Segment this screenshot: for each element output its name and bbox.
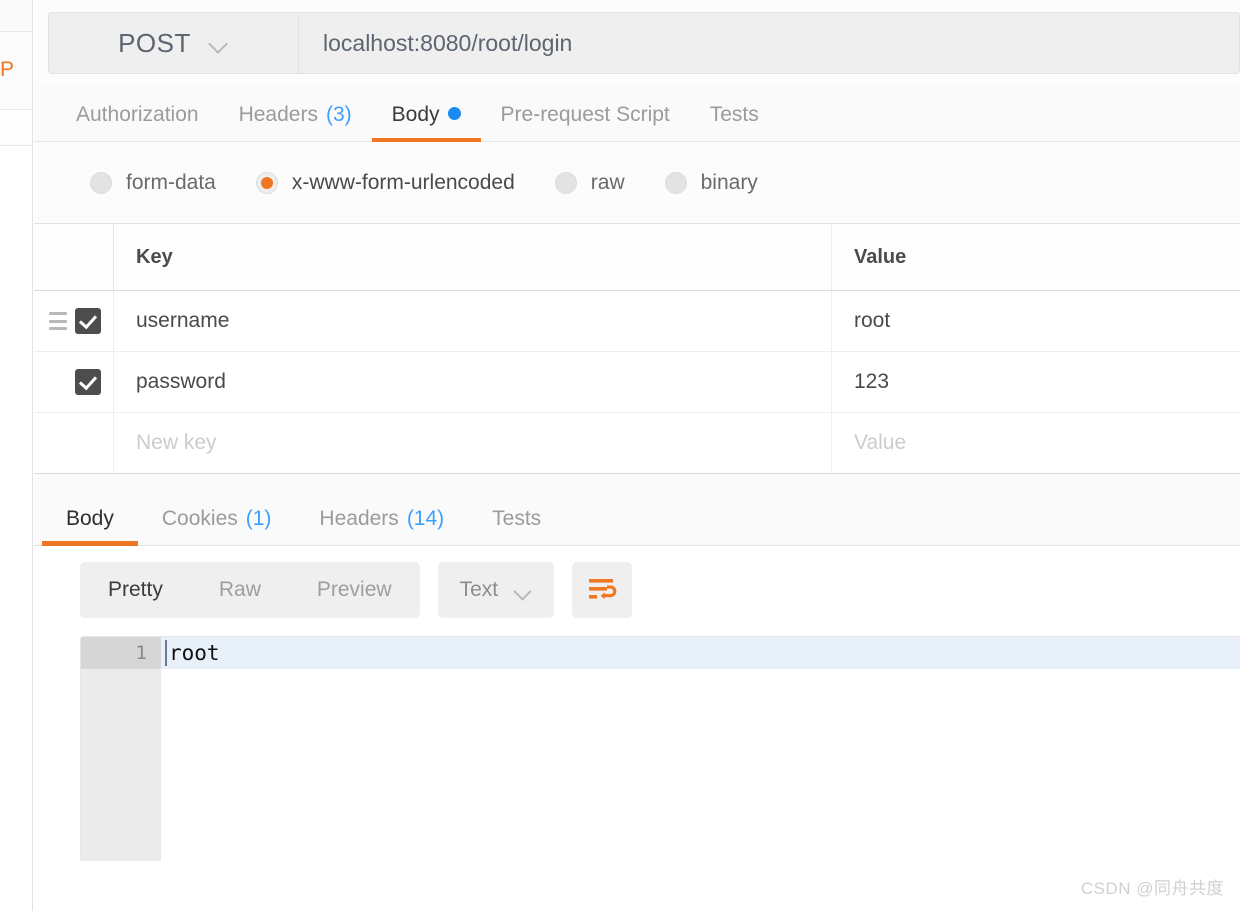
editor-code-lines[interactable]: root — [161, 637, 1240, 861]
word-wrap-icon — [589, 579, 617, 600]
radio-binary-icon — [664, 171, 687, 194]
row-key-value: username — [136, 309, 230, 332]
response-tab-tests-label: Tests — [492, 507, 542, 530]
response-tabs: Body Cookies (1) Headers (14) Tests — [34, 474, 1240, 546]
view-mode-preview[interactable]: Preview — [289, 562, 420, 618]
modified-dot-icon — [447, 107, 461, 120]
drag-handle-icon[interactable] — [49, 312, 67, 330]
new-key-placeholder: New key — [136, 431, 217, 454]
tab-body[interactable]: Body — [371, 103, 481, 142]
radio-form-data[interactable]: form-data — [90, 171, 216, 195]
tab-tests[interactable]: Tests — [690, 103, 779, 141]
rail-cell-request-item[interactable]: PUT — [0, 32, 32, 110]
radio-x-www-form-urlencoded[interactable]: x-www-form-urlencoded — [255, 170, 515, 195]
response-tab-body-label: Body — [66, 507, 114, 530]
body-params-table: Key Value username root password 123 New… — [34, 224, 1240, 474]
row-value-value: root — [854, 309, 891, 332]
radio-x-www-form-urlencoded-label: x-www-form-urlencoded — [291, 170, 515, 194]
http-method-selector[interactable]: POST — [48, 12, 298, 74]
url-input-value: localhost:8080/root/login — [323, 29, 573, 56]
response-body-editor[interactable]: 1 root — [80, 636, 1240, 861]
rail-method-fragment-label: PUT — [0, 58, 14, 81]
tab-headers-count: (3) — [325, 103, 352, 126]
row-key-input[interactable]: username — [114, 291, 832, 351]
tab-authorization-label: Authorization — [76, 103, 199, 126]
chevron-down-icon — [209, 37, 229, 49]
response-toolbar: Pretty Raw Preview Text — [34, 546, 1240, 632]
rail-cell-lower — [0, 110, 32, 146]
tab-tests-label: Tests — [709, 103, 759, 126]
left-sidebar-rail: PUT — [0, 0, 33, 911]
table-row-new[interactable]: New key Value — [34, 413, 1240, 474]
row-key-input[interactable]: password — [114, 352, 832, 412]
request-tabs: Authorization Headers (3) Body Pre-reque… — [34, 84, 1240, 142]
table-row[interactable]: password 123 — [34, 352, 1240, 413]
row-enabled-checkbox[interactable] — [75, 308, 101, 334]
radio-raw[interactable]: raw — [554, 170, 625, 195]
response-tab-cookies-label: Cookies — [161, 507, 238, 530]
radio-form-data-icon — [90, 171, 112, 194]
new-value-input[interactable]: Value — [832, 413, 1240, 473]
tab-body-label: Body — [391, 103, 440, 126]
tab-headers[interactable]: Headers (3) — [219, 103, 372, 141]
watermark-label: CSDN @同舟共度 — [1080, 879, 1224, 898]
view-mode-group: Pretty Raw Preview — [80, 562, 420, 618]
table-header-controls-cell — [34, 224, 114, 290]
response-tab-headers[interactable]: Headers (14) — [295, 507, 468, 545]
editor-line-number-gutter: 1 — [81, 637, 161, 861]
row-value-value: 123 — [854, 370, 890, 393]
response-format-selector[interactable]: Text — [437, 562, 555, 618]
table-row[interactable]: username root — [34, 291, 1240, 352]
new-key-input[interactable]: New key — [114, 413, 832, 473]
rail-cell-top — [0, 0, 32, 32]
radio-form-data-label: form-data — [126, 170, 216, 194]
row-controls — [34, 352, 114, 412]
radio-raw-label: raw — [590, 170, 625, 194]
line-number: 1 — [81, 637, 161, 669]
response-format-label: Text — [459, 578, 499, 601]
url-input[interactable]: localhost:8080/root/login — [298, 12, 1240, 74]
view-mode-raw[interactable]: Raw — [191, 562, 289, 618]
radio-binary[interactable]: binary — [664, 170, 758, 195]
chevron-down-icon — [514, 585, 532, 596]
text-caret — [165, 640, 167, 666]
view-mode-pretty[interactable]: Pretty — [80, 562, 191, 618]
new-value-placeholder: Value — [854, 431, 907, 454]
tab-pre-request-script-label: Pre-request Script — [500, 103, 670, 126]
rail-empty-space — [0, 146, 32, 911]
radio-binary-label: binary — [700, 170, 758, 194]
response-tab-tests[interactable]: Tests — [468, 507, 565, 545]
radio-x-www-form-urlencoded-icon — [255, 171, 278, 194]
column-header-value: Value — [854, 245, 907, 268]
response-tab-body[interactable]: Body — [42, 507, 138, 546]
row-value-input[interactable]: root — [832, 291, 1240, 351]
response-tab-headers-label: Headers — [319, 507, 399, 530]
row-enabled-checkbox-empty[interactable] — [75, 430, 101, 456]
table-header-row: Key Value — [34, 224, 1240, 291]
code-line-text: root — [169, 641, 220, 665]
code-line[interactable]: root — [161, 637, 1240, 669]
column-header-key: Key — [136, 245, 173, 268]
http-method-label: POST — [118, 27, 191, 58]
radio-raw-icon — [554, 171, 577, 194]
row-key-value: password — [136, 370, 226, 393]
row-controls — [34, 291, 114, 351]
main-panel: POST localhost:8080/root/login Authoriza… — [34, 0, 1240, 911]
tab-pre-request-script[interactable]: Pre-request Script — [481, 103, 690, 141]
url-bar: POST localhost:8080/root/login — [34, 0, 1240, 84]
row-value-input[interactable]: 123 — [832, 352, 1240, 412]
word-wrap-toggle-button[interactable] — [572, 562, 633, 618]
response-tab-headers-count: (14) — [406, 507, 445, 530]
row-enabled-checkbox[interactable] — [75, 369, 101, 395]
tab-authorization[interactable]: Authorization — [56, 103, 219, 141]
table-header-value-cell: Value — [832, 224, 1240, 290]
response-tab-cookies-count: (1) — [245, 507, 272, 530]
response-tab-cookies[interactable]: Cookies (1) — [138, 507, 296, 545]
tab-headers-label: Headers — [238, 103, 318, 126]
body-type-radio-group: form-data x-www-form-urlencoded raw bina… — [34, 142, 1240, 224]
table-header-key-cell: Key — [114, 224, 832, 290]
row-controls — [34, 413, 114, 473]
